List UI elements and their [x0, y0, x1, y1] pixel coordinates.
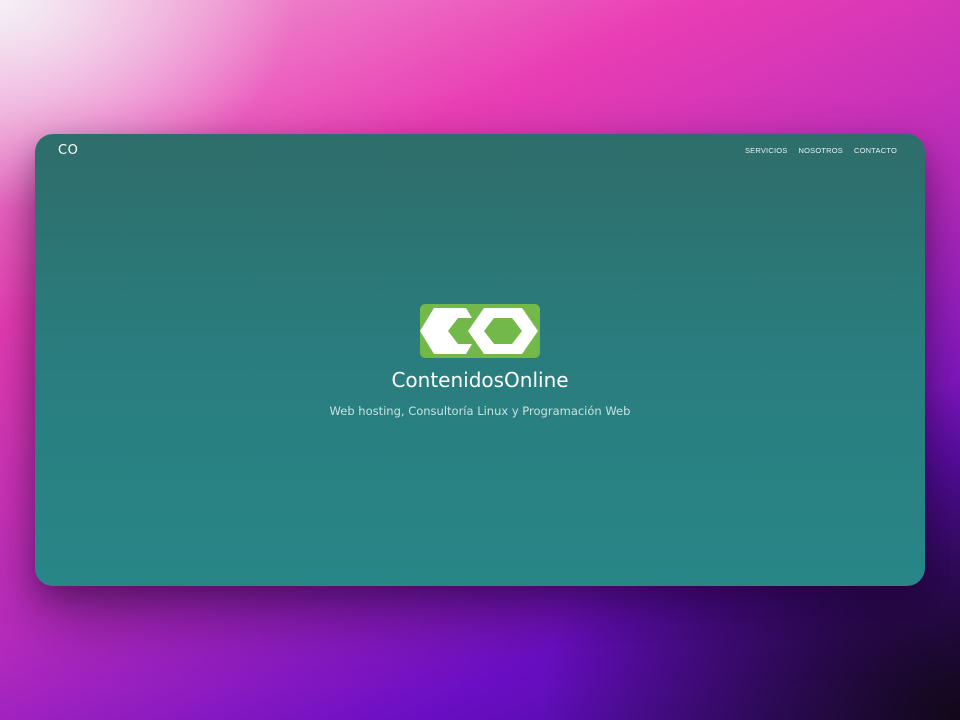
nav-link-servicios[interactable]: SERVICIOS	[745, 146, 788, 155]
main-nav: SERVICIOS NOSOTROS CONTACTO	[745, 146, 897, 155]
browser-window: CO SERVICIOS NOSOTROS CONTACTO Contenido…	[35, 134, 925, 586]
nav-link-nosotros[interactable]: NOSOTROS	[798, 146, 843, 155]
hero-section: ContenidosOnline Web hosting, Consultorí…	[35, 304, 925, 418]
co-hexagon-logo-icon	[420, 304, 540, 358]
site-tagline: Web hosting, Consultoría Linux y Program…	[329, 404, 631, 418]
site-title: ContenidosOnline	[391, 368, 569, 392]
brand-link[interactable]: CO	[58, 143, 78, 158]
nav-link-contacto[interactable]: CONTACTO	[854, 146, 897, 155]
